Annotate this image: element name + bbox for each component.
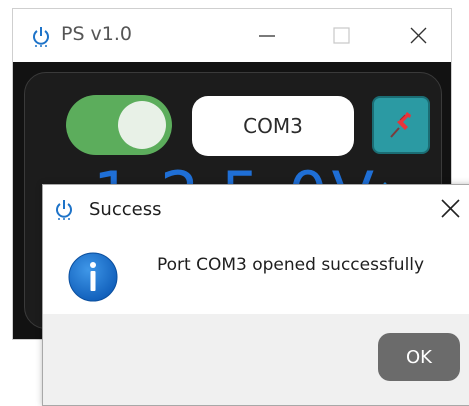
toggle-knob bbox=[118, 101, 166, 149]
success-dialog: Success Port COM3 opened successfully OK bbox=[42, 184, 469, 406]
power-icon bbox=[56, 200, 72, 220]
info-icon bbox=[68, 252, 118, 302]
dialog-footer: OK bbox=[43, 314, 469, 405]
power-icon bbox=[33, 27, 49, 47]
window-title: PS v1.0 bbox=[61, 23, 133, 45]
close-icon[interactable] bbox=[433, 191, 469, 227]
ok-button[interactable]: OK bbox=[378, 333, 460, 381]
pin-button[interactable] bbox=[372, 96, 430, 154]
maximize-icon[interactable] bbox=[316, 9, 366, 62]
power-toggle[interactable] bbox=[66, 95, 172, 155]
pushpin-icon bbox=[390, 112, 411, 138]
title-bar[interactable]: PS v1.0 bbox=[13, 9, 451, 62]
dialog-title: Success bbox=[89, 199, 162, 220]
dialog-message: Port COM3 opened successfully bbox=[157, 255, 425, 275]
minimize-icon[interactable] bbox=[241, 9, 291, 62]
close-icon[interactable] bbox=[393, 9, 443, 62]
port-selector[interactable]: COM3 bbox=[192, 96, 354, 156]
